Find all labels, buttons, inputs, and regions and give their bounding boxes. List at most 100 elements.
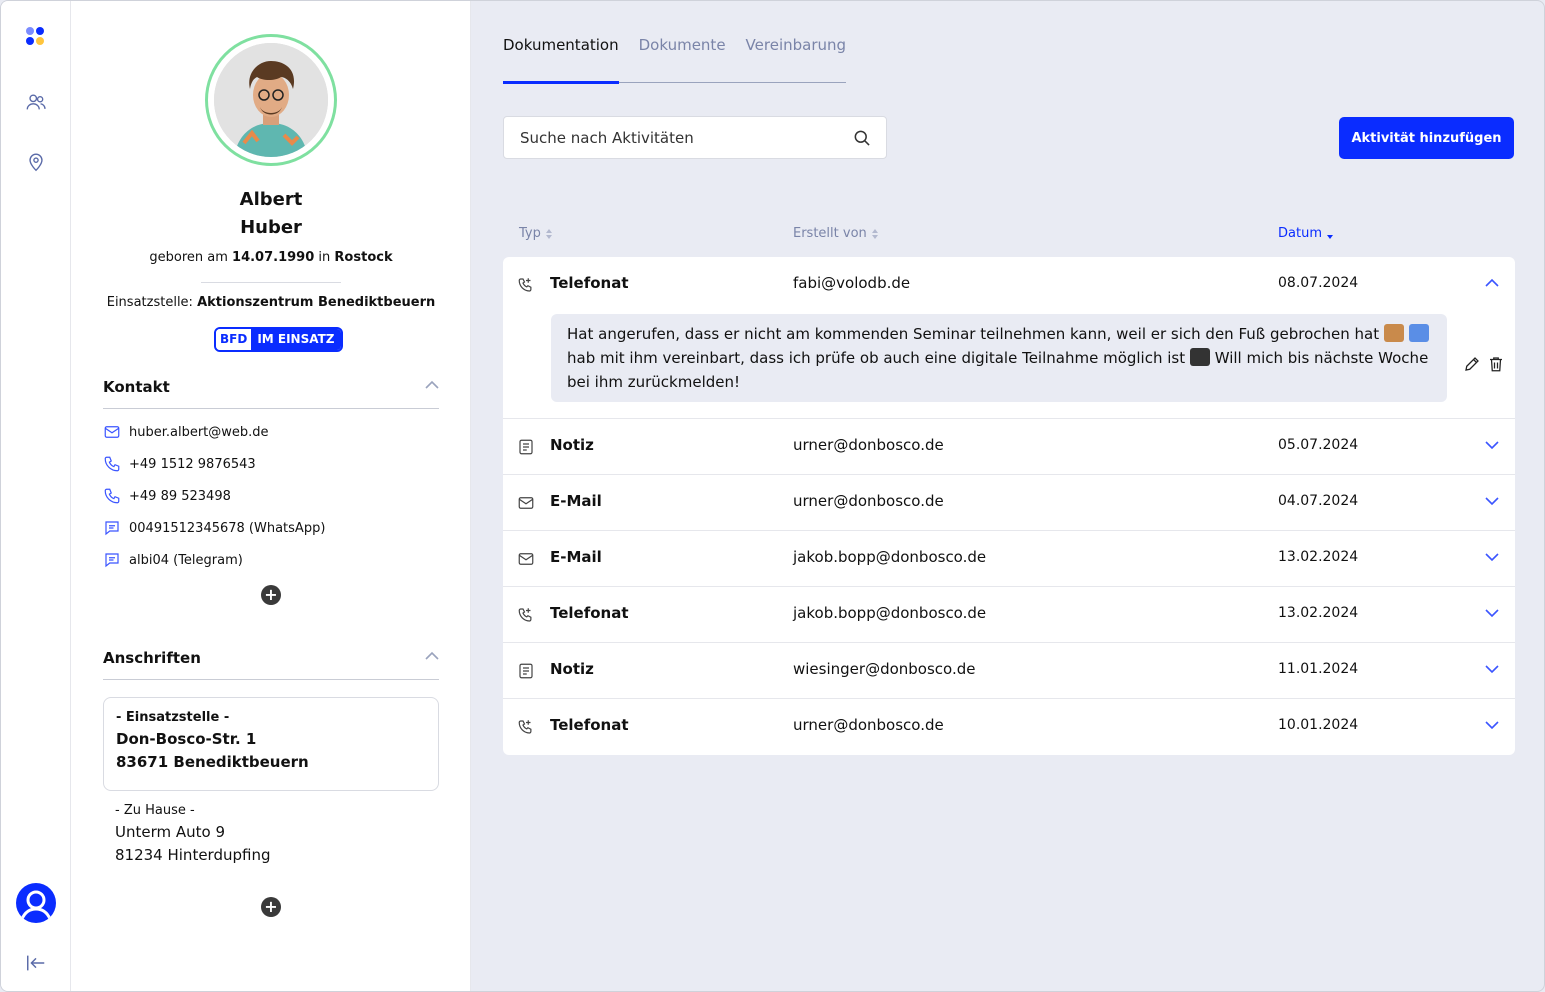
birth-in: in: [318, 250, 331, 265]
activity-type: Telefonat: [550, 604, 629, 622]
birth-place: Rostock: [334, 250, 393, 265]
column-header-date[interactable]: Datum: [1278, 226, 1334, 241]
search-icon[interactable]: [852, 128, 872, 148]
activity-type: Notiz: [550, 660, 594, 678]
contact-telegram[interactable]: albi04 (Telegram): [103, 550, 243, 570]
phone-call-icon: [518, 720, 532, 734]
activity-date: 08.07.2024: [1278, 275, 1359, 291]
chevron-up-icon[interactable]: [1485, 278, 1499, 288]
address-label: - Zu Hause -: [115, 803, 195, 818]
note-icon: [519, 663, 533, 679]
table-row[interactable]: E-Mail jakob.bopp@donbosco.de 13.02.2024: [503, 531, 1515, 587]
table-row[interactable]: Telefonat jakob.bopp@donbosco.de 13.02.2…: [503, 587, 1515, 643]
main-content: Dokumentation Dokumente Vereinbarung Akt…: [471, 1, 1544, 991]
activity-type: E-Mail: [550, 548, 602, 566]
contact-value: huber.albert@web.de: [129, 424, 269, 440]
birth-prefix: geboren am: [149, 250, 228, 265]
trash-icon[interactable]: [1487, 354, 1505, 374]
activity-type: Notiz: [550, 436, 594, 454]
add-contact-button[interactable]: +: [261, 585, 281, 605]
activity-author: urner@donbosco.de: [793, 492, 944, 510]
chevron-down-icon[interactable]: [1485, 496, 1499, 506]
contact-value: 00491512345678 (WhatsApp): [129, 520, 326, 536]
address-card-home[interactable]: - Zu Hause - Unterm Auto 9 81234 Hinterd…: [115, 803, 270, 864]
collapse-sidebar-icon[interactable]: [25, 952, 47, 974]
station-label: Einsatzstelle:: [106, 295, 193, 310]
activity-date: 04.07.2024: [1278, 493, 1359, 509]
activity-date: 10.01.2024: [1278, 717, 1359, 733]
activity-date: 13.02.2024: [1278, 605, 1359, 621]
chevron-up-icon[interactable]: [425, 380, 439, 390]
location-pin-icon[interactable]: [25, 151, 47, 173]
users-icon[interactable]: [25, 91, 47, 113]
chevron-down-icon[interactable]: [1485, 608, 1499, 618]
activity-type: E-Mail: [550, 492, 602, 510]
chevron-down-icon[interactable]: [1485, 664, 1499, 674]
contact-phone[interactable]: +49 1512 9876543: [103, 454, 256, 474]
table-row[interactable]: Telefonat fabi@volodb.de 08.07.2024 Hat …: [503, 257, 1515, 419]
contact-whatsapp[interactable]: 00491512345678 (WhatsApp): [103, 518, 325, 538]
activity-author: jakob.bopp@donbosco.de: [793, 604, 987, 622]
status-badge: BFD IM EINSATZ: [214, 327, 343, 352]
station-name: Aktionszentrum Benediktbeuern: [197, 295, 436, 310]
chevron-down-icon[interactable]: [1485, 440, 1499, 450]
station-info: Einsatzstelle: Aktionszentrum Benediktbe…: [71, 295, 471, 310]
column-label: Typ: [519, 226, 541, 241]
app-window: Albert Huber geboren am 14.07.1990 in Ro…: [0, 0, 1545, 992]
birth-info: geboren am 14.07.1990 in Rostock: [71, 250, 471, 265]
addresses-section-header[interactable]: Anschriften: [103, 649, 439, 680]
logo[interactable]: [26, 27, 46, 47]
address-city: 83671 Benediktbeuern: [116, 753, 309, 771]
activity-type: Telefonat: [550, 274, 629, 292]
profile-panel: Albert Huber geboren am 14.07.1990 in Ro…: [71, 1, 471, 991]
column-header-created-by[interactable]: Erstellt von: [793, 226, 879, 241]
activity-date: 11.01.2024: [1278, 661, 1359, 677]
chevron-down-icon[interactable]: [1485, 720, 1499, 730]
activity-type: Telefonat: [550, 716, 629, 734]
activity-date: 05.07.2024: [1278, 437, 1359, 453]
column-header-type[interactable]: Typ: [519, 226, 553, 241]
activity-author: jakob.bopp@donbosco.de: [793, 548, 987, 566]
column-label: Erstellt von: [793, 226, 867, 241]
tab-dokumentation[interactable]: Dokumentation: [503, 35, 619, 84]
mail-icon: [518, 553, 534, 565]
monkey-emoji-icon: [1383, 324, 1404, 342]
search-input[interactable]: [504, 117, 824, 158]
contact-section-header[interactable]: Kontakt: [103, 378, 439, 409]
laptop-emoji-icon: [1189, 348, 1210, 366]
contact-value: +49 89 523498: [129, 488, 231, 504]
phone-call-icon: [518, 608, 532, 622]
phone-icon: [104, 456, 120, 472]
chevron-up-icon[interactable]: [425, 651, 439, 661]
user-avatar-icon[interactable]: [16, 883, 56, 923]
contact-phone[interactable]: +49 89 523498: [103, 486, 231, 506]
tab-dokumente[interactable]: Dokumente: [639, 35, 726, 83]
contact-email[interactable]: huber.albert@web.de: [103, 422, 269, 442]
add-activity-button[interactable]: Aktivität hinzufügen: [1339, 117, 1514, 159]
activity-author: fabi@volodb.de: [793, 274, 911, 292]
table-row[interactable]: Notiz urner@donbosco.de 05.07.2024: [503, 419, 1515, 475]
sort-icon: [545, 228, 552, 239]
table-row[interactable]: Notiz wiesinger@donbosco.de 11.01.2024: [503, 643, 1515, 699]
address-card-primary[interactable]: - Einsatzstelle - Don-Bosco-Str. 1 83671…: [103, 697, 439, 791]
tab-vereinbarung[interactable]: Vereinbarung: [746, 35, 846, 83]
table-row[interactable]: E-Mail urner@donbosco.de 04.07.2024: [503, 475, 1515, 531]
badge-status: IM EINSATZ: [251, 329, 341, 350]
addresses-title: Anschriften: [103, 649, 201, 667]
phone-call-icon: [518, 278, 532, 292]
address-city: 81234 Hinterdupfing: [115, 846, 271, 864]
note-icon: [519, 439, 533, 455]
table-row[interactable]: Telefonat urner@donbosco.de 10.01.2024: [503, 699, 1515, 755]
note-text: Hat angerufen, dass er nicht am kommende…: [567, 325, 1380, 343]
profile-photo: [205, 34, 337, 166]
activity-author: urner@donbosco.de: [793, 716, 944, 734]
person-photo-icon: [214, 43, 328, 157]
tab-bar: Dokumentation Dokumente Vereinbarung: [503, 35, 847, 84]
add-address-button[interactable]: +: [261, 897, 281, 917]
activity-date: 13.02.2024: [1278, 549, 1359, 565]
address-street: Don-Bosco-Str. 1: [116, 730, 257, 748]
address-street: Unterm Auto 9: [115, 823, 226, 841]
pencil-icon[interactable]: [1463, 355, 1481, 373]
last-name: Huber: [240, 217, 302, 238]
chevron-down-icon[interactable]: [1485, 552, 1499, 562]
